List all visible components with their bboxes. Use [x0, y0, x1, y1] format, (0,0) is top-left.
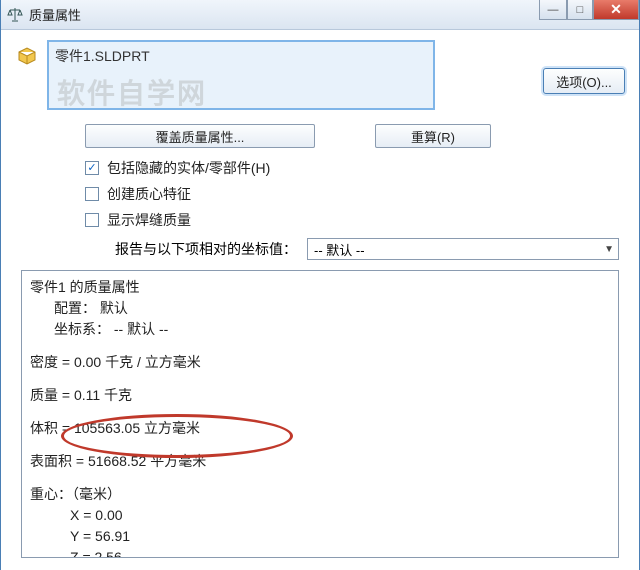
results-area: 表面积 = 51668.52 平方毫米 — [30, 451, 610, 472]
results-centroid-z: Z = 2.56 — [30, 547, 610, 558]
file-selection-box[interactable]: 零件1.SLDPRT 软件自学网 — [47, 40, 435, 110]
window-title: 质量属性 — [29, 5, 81, 24]
recalculate-button[interactable]: 重算(R) — [375, 124, 491, 148]
results-centroid-y: Y = 56.91 — [30, 526, 610, 547]
results-header: 零件1 的质量属性 — [30, 277, 610, 298]
chevron-down-icon: ▼ — [604, 244, 614, 255]
include-hidden-label: 包括隐藏的实体/零部件(H) — [107, 158, 270, 178]
results-mass: 质量 = 0.11 千克 — [30, 385, 610, 406]
results-centroid-x: X = 0.00 — [30, 505, 610, 526]
coordinate-system-selected: -- 默认 -- — [314, 240, 365, 259]
override-mass-properties-button[interactable]: 覆盖质量属性... — [85, 124, 315, 148]
show-weld-mass-checkbox[interactable] — [85, 213, 99, 227]
mass-properties-dialog: 质量属性 — □ ✕ 零件1.SLDPRT 软件自学网 选项(O)... 覆盖质… — [0, 0, 640, 570]
titlebar[interactable]: 质量属性 — □ ✕ — [1, 0, 639, 30]
file-name: 零件1.SLDPRT — [55, 48, 150, 64]
client-area: 零件1.SLDPRT 软件自学网 选项(O)... 覆盖质量属性... 重算(R… — [1, 30, 639, 570]
window-controls: — □ ✕ — [539, 0, 639, 20]
options-button[interactable]: 选项(O)... — [543, 68, 625, 94]
scale-icon — [7, 7, 23, 23]
include-hidden-checkbox[interactable] — [85, 161, 99, 175]
results-textarea[interactable]: 零件1 的质量属性 配置： 默认 坐标系： -- 默认 -- 密度 = 0.00… — [21, 270, 619, 558]
results-volume: 体积 = 105563.05 立方毫米 — [30, 418, 610, 439]
results-density: 密度 = 0.00 千克 / 立方毫米 — [30, 352, 610, 373]
watermark-text: 软件自学网 — [57, 80, 207, 108]
coordinate-system-dropdown[interactable]: -- 默认 -- ▼ — [307, 238, 619, 260]
results-coord: 坐标系： -- 默认 -- — [30, 319, 610, 340]
report-coord-label: 报告与以下项相对的坐标值： — [115, 239, 297, 259]
show-weld-mass-label: 显示焊缝质量 — [107, 210, 191, 230]
create-com-feature-label: 创建质心特征 — [107, 184, 191, 204]
results-centroid-label: 重心：（毫米） — [30, 484, 610, 505]
maximize-button[interactable]: □ — [567, 0, 593, 20]
close-button[interactable]: ✕ — [593, 0, 639, 20]
part-icon — [15, 44, 39, 68]
results-config: 配置： 默认 — [30, 298, 610, 319]
create-com-feature-checkbox[interactable] — [85, 187, 99, 201]
minimize-button[interactable]: — — [539, 0, 567, 20]
